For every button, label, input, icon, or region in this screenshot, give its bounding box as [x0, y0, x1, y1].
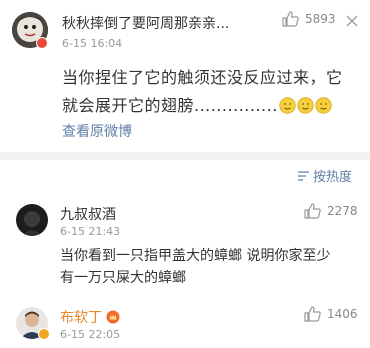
- username-text: 布软丁: [60, 310, 102, 326]
- thumbs-up-icon: [304, 306, 321, 322]
- section-divider: [0, 152, 370, 160]
- close-icon[interactable]: [345, 13, 359, 27]
- username[interactable]: 九叔叔酒: [60, 204, 116, 224]
- timestamp: 6-15 21:43: [60, 225, 121, 238]
- vip-badge-icon: [36, 37, 48, 49]
- avatar[interactable]: [16, 204, 48, 236]
- sort-by-heat-button[interactable]: 按热度: [297, 166, 352, 185]
- sweat-smile-emoji-icon: [279, 97, 296, 114]
- comment-list: 按热度 九叔叔酒 6-15 21:43 2278 当你看到一只指甲盖大的蟑螂 说…: [0, 160, 370, 348]
- username[interactable]: 秋秋摔倒了要阿周那亲亲...: [62, 13, 229, 33]
- sweat-smile-emoji-icon: [315, 97, 332, 114]
- sort-icon: [297, 170, 309, 181]
- like-button[interactable]: 5893: [282, 11, 336, 27]
- like-count: 1406: [327, 307, 358, 321]
- comment-text: 有一万只屎大的蟑螂: [60, 270, 186, 286]
- thumbs-up-icon: [304, 203, 321, 219]
- thumbs-up-icon: [282, 11, 299, 27]
- view-original-weibo-link[interactable]: 查看原微博: [62, 121, 132, 141]
- top-comment-card: 秋秋摔倒了要阿周那亲亲... 6-15 16:04 5893 当你捏住了它的触须…: [0, 0, 370, 152]
- like-count: 2278: [327, 204, 358, 218]
- username[interactable]: 布软丁: [60, 307, 120, 327]
- comment-text: 当你捏住了它的触须还没反应过来，它就会展开它的翅膀...............: [62, 64, 356, 120]
- verified-badge-icon: [38, 328, 50, 340]
- comment-text: 当你看到一只指甲盖大的蟑螂 说明你家至少: [60, 248, 331, 264]
- timestamp: 6-15 22:05: [60, 328, 121, 341]
- like-button[interactable]: 2278: [304, 203, 358, 219]
- timestamp: 6-15 16:04: [62, 37, 123, 50]
- like-button[interactable]: 1406: [304, 306, 358, 322]
- sweat-smile-emoji-icon: [297, 97, 314, 114]
- sort-label: 按热度: [312, 170, 352, 185]
- like-count: 5893: [305, 12, 336, 26]
- crown-badge-icon: [106, 310, 120, 324]
